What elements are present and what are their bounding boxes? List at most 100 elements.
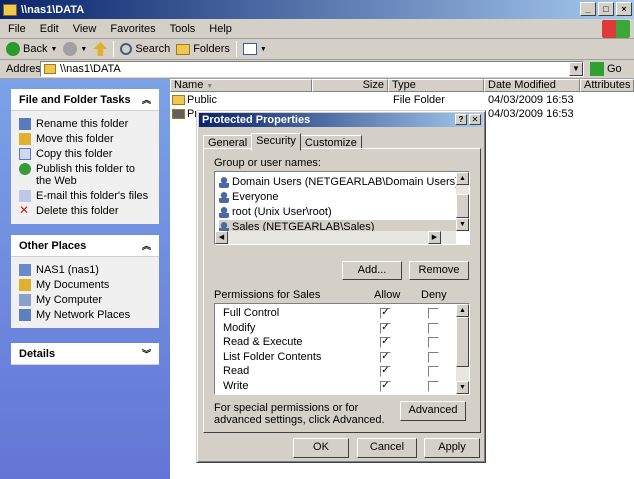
- task-move[interactable]: Move this folder: [19, 133, 153, 145]
- apply-button[interactable]: Apply: [424, 438, 480, 458]
- chevron-down-icon[interactable]: ▼: [50, 46, 57, 53]
- other-places-header[interactable]: Other Places ︽: [11, 235, 159, 257]
- permissions-scrollbar[interactable]: ▲ ▼: [456, 304, 469, 394]
- allow-checkbox[interactable]: [380, 322, 391, 334]
- menu-favorites[interactable]: Favorites: [110, 23, 155, 35]
- scroll-down-button[interactable]: ▼: [456, 381, 469, 394]
- add-button[interactable]: Add...: [342, 261, 402, 280]
- address-input[interactable]: \\nas1\DATA ▼: [40, 61, 584, 77]
- allow-checkbox[interactable]: [380, 366, 391, 377]
- file-folder-tasks-panel: File and Folder Tasks ︽ Rename this fold…: [11, 89, 159, 224]
- allow-checkbox[interactable]: [380, 380, 391, 392]
- menu-view[interactable]: View: [73, 23, 97, 35]
- details-header[interactable]: Details ︾: [11, 343, 159, 365]
- scroll-left-button[interactable]: ◀: [215, 231, 228, 244]
- dialog-close-button[interactable]: ✕: [469, 114, 481, 125]
- user-icon: [219, 206, 229, 218]
- tab-security[interactable]: Security: [251, 133, 301, 151]
- users-listbox[interactable]: Domain Users (NETGEARLAB\Domain Users) E…: [214, 171, 470, 245]
- scroll-thumb[interactable]: [456, 317, 469, 367]
- column-name[interactable]: Name ▼: [170, 79, 312, 92]
- menu-help[interactable]: Help: [209, 23, 232, 35]
- place-my-network[interactable]: My Network Places: [19, 309, 153, 321]
- users-scrollbar[interactable]: ▲ ▼: [456, 172, 469, 231]
- file-row[interactable]: Public File Folder 04/03/2009 16:53: [172, 93, 632, 107]
- deny-checkbox[interactable]: [428, 322, 439, 334]
- users-hscrollbar[interactable]: ◀ ▶: [215, 231, 456, 244]
- permission-row: Modify: [223, 321, 256, 334]
- advanced-button[interactable]: Advanced: [400, 401, 466, 421]
- deny-checkbox[interactable]: [428, 351, 439, 363]
- list-item[interactable]: Everyone: [219, 190, 278, 204]
- scroll-up-button[interactable]: ▲: [456, 172, 469, 185]
- expand-icon[interactable]: ︾: [142, 347, 151, 360]
- rename-icon: [19, 118, 31, 130]
- menu-edit[interactable]: Edit: [40, 23, 59, 35]
- help-button[interactable]: ?: [455, 114, 467, 125]
- place-nas1[interactable]: NAS1 (nas1): [19, 264, 153, 276]
- column-modified[interactable]: Date Modified: [484, 79, 580, 92]
- folder-icon: [172, 95, 185, 105]
- chevron-down-icon[interactable]: ▼: [80, 46, 87, 53]
- address-bar: Address \\nas1\DATA ▼ Go: [0, 60, 634, 79]
- close-button[interactable]: ×: [616, 2, 632, 16]
- scroll-right-button[interactable]: ▶: [428, 231, 441, 244]
- up-folder-button[interactable]: [93, 42, 108, 56]
- column-type[interactable]: Type: [388, 79, 484, 92]
- place-my-documents[interactable]: My Documents: [19, 279, 153, 291]
- go-button[interactable]: Go: [590, 62, 622, 76]
- delete-icon: ✕: [19, 203, 30, 217]
- column-size[interactable]: Size: [312, 79, 388, 92]
- task-delete[interactable]: ✕ Delete this folder: [19, 203, 153, 217]
- task-email[interactable]: E-mail this folder's files: [19, 190, 153, 202]
- folders-button[interactable]: Folders: [176, 43, 230, 55]
- file-folder-tasks-header[interactable]: File and Folder Tasks ︽: [11, 89, 159, 111]
- scroll-thumb[interactable]: [456, 194, 469, 218]
- search-button[interactable]: Search: [120, 43, 170, 55]
- dialog-titlebar[interactable]: Protected Properties ? ✕: [199, 113, 483, 127]
- ok-button[interactable]: OK: [293, 438, 349, 458]
- views-button[interactable]: ▼: [242, 43, 267, 55]
- deny-checkbox[interactable]: [428, 380, 439, 392]
- folder-icon: [172, 109, 185, 119]
- permissions-list: Full Control Modify Read & Execute List Fol…: [214, 303, 470, 395]
- task-copy[interactable]: Copy this folder: [19, 148, 153, 160]
- search-label: Search: [135, 43, 171, 55]
- properties-dialog: Protected Properties ? ✕ General Securit…: [196, 110, 486, 463]
- remove-button[interactable]: Remove: [409, 261, 469, 280]
- collapse-icon[interactable]: ︽: [142, 93, 151, 106]
- security-tab-page: Group or user names: Domain Users (NETGE…: [203, 148, 481, 433]
- collapse-icon[interactable]: ︽: [142, 239, 151, 252]
- folders-icon: [176, 43, 191, 55]
- place-my-computer[interactable]: My Computer: [19, 294, 153, 306]
- list-item[interactable]: root (Unix User\root): [219, 205, 332, 219]
- scroll-down-button[interactable]: ▼: [456, 218, 469, 231]
- deny-checkbox[interactable]: [428, 366, 439, 377]
- deny-checkbox[interactable]: [428, 308, 439, 319]
- task-publish[interactable]: Publish this folder to the Web: [19, 163, 153, 187]
- column-attributes[interactable]: Attributes: [580, 79, 634, 92]
- task-rename[interactable]: Rename this folder: [19, 118, 153, 130]
- menu-file[interactable]: File: [8, 23, 26, 35]
- allow-checkbox[interactable]: [380, 308, 391, 319]
- scroll-up-button[interactable]: ▲: [456, 304, 469, 317]
- permission-row: Write: [223, 379, 249, 392]
- chevron-down-icon[interactable]: ▼: [260, 46, 267, 53]
- list-item[interactable]: Domain Users (NETGEARLAB\Domain Users): [219, 175, 459, 189]
- task-pane: File and Folder Tasks ︽ Rename this fold…: [0, 79, 170, 479]
- address-value: \\nas1\DATA: [60, 63, 121, 75]
- window-titlebar[interactable]: \\nas1\DATA _ □ ×: [0, 0, 634, 19]
- allow-checkbox[interactable]: [380, 351, 391, 363]
- address-dropdown-button[interactable]: ▼: [569, 62, 583, 76]
- maximize-button[interactable]: □: [598, 2, 614, 16]
- minimize-button[interactable]: _: [580, 2, 596, 16]
- back-label: Back: [23, 43, 48, 55]
- up-arrow-icon: [93, 42, 108, 56]
- folders-label: Folders: [193, 43, 230, 55]
- forward-button[interactable]: ▼: [63, 42, 87, 56]
- cancel-button[interactable]: Cancel: [357, 438, 417, 458]
- allow-checkbox[interactable]: [380, 337, 391, 348]
- back-button[interactable]: Back ▼: [6, 42, 57, 56]
- menu-tools[interactable]: Tools: [170, 23, 196, 35]
- deny-checkbox[interactable]: [428, 337, 439, 348]
